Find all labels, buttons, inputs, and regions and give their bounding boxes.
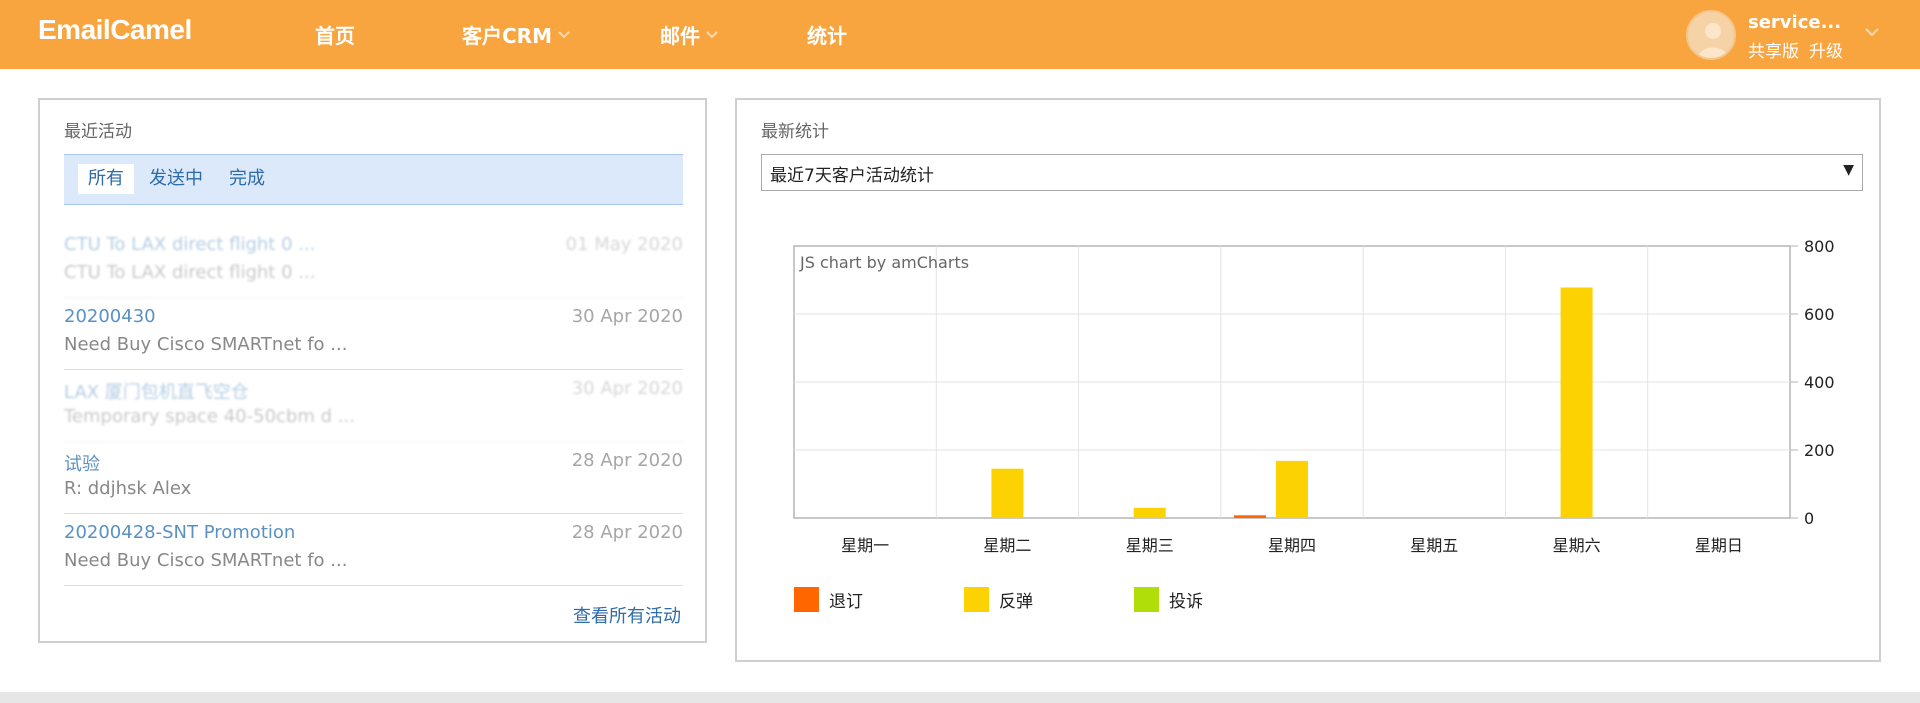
activity-subtitle: Temporary space 40-50cbm d ... [64, 406, 355, 427]
x-tick-label: 星期六 [1553, 536, 1601, 555]
x-tick-label: 星期五 [1410, 536, 1458, 555]
panel-title: 最新统计 [761, 122, 829, 142]
chart-bar [1560, 287, 1593, 518]
chevron-down-icon [706, 30, 718, 40]
activity-subtitle: Need Buy Cisco SMARTnet fo ... [64, 334, 348, 355]
chart-bar [1133, 507, 1166, 518]
y-tick-label: 200 [1804, 441, 1835, 460]
nav-mail-label: 邮件 [660, 24, 700, 48]
activity-title[interactable]: 20200428-SNT Promotion [64, 522, 295, 543]
activity-tabs: 所有 发送中 完成 [64, 154, 683, 205]
tab-all[interactable]: 所有 [78, 164, 134, 194]
y-tick-label: 600 [1804, 305, 1835, 324]
list-item[interactable]: LAX 厦门包机直飞空仓 30 Apr 2020 Temporary space… [64, 370, 683, 442]
plan-label: 共享版 [1748, 42, 1799, 62]
recent-activity-panel: 最近活动 所有 发送中 完成 CTU To LAX direct flight … [38, 98, 707, 643]
x-tick-label: 星期日 [1695, 536, 1743, 555]
activity-title[interactable]: 试验 [64, 450, 100, 476]
activity-date: 28 Apr 2020 [571, 450, 683, 471]
brand-logo[interactable]: EmailCamel [38, 14, 192, 46]
nav-home[interactable]: 首页 [315, 20, 355, 49]
list-item[interactable]: 20200430 30 Apr 2020 Need Buy Cisco SMAR… [64, 298, 683, 370]
activity-title[interactable]: CTU To LAX direct flight 0 ... [64, 234, 315, 255]
activity-date: 01 May 2020 [565, 234, 683, 255]
activity-title[interactable]: 20200430 [64, 306, 156, 327]
nav-crm[interactable]: 客户CRM [462, 20, 570, 49]
dropdown-arrow-icon: ▼ [1843, 162, 1854, 178]
chevron-down-icon [558, 30, 570, 40]
activity-subtitle: R: ddjhsk Alex [64, 478, 192, 499]
activity-date: 30 Apr 2020 [571, 378, 683, 399]
y-tick-label: 0 [1804, 509, 1814, 528]
legend-swatch [794, 587, 819, 612]
chart-watermark: JS chart by amCharts [799, 253, 969, 272]
avatar[interactable] [1686, 10, 1736, 60]
chart-bar [1276, 460, 1308, 518]
activity-date: 30 Apr 2020 [571, 306, 683, 327]
legend-label: 退订 [829, 592, 863, 612]
legend-item-complaint[interactable]: 投诉 [1134, 587, 1203, 612]
user-name[interactable]: service... [1748, 12, 1841, 33]
legend-swatch [1134, 587, 1159, 612]
footer-bar [0, 692, 1920, 703]
list-item[interactable]: 20200428-SNT Promotion 28 Apr 2020 Need … [64, 514, 683, 586]
tab-completed[interactable]: 完成 [219, 164, 275, 194]
activity-subtitle: CTU To LAX direct flight 0 ... [64, 262, 316, 283]
legend-swatch [964, 587, 989, 612]
legend-item-bounce[interactable]: 反弹 [964, 587, 1033, 612]
activity-title[interactable]: LAX 厦门包机直飞空仓 [64, 378, 249, 404]
latest-stats-panel: 0 200 400 600 800 JS chart by amCharts 星期一 星期二 星… [735, 98, 1881, 662]
nav-stats-label: 统计 [807, 24, 847, 48]
user-icon [1698, 23, 1728, 58]
nav-mail[interactable]: 邮件 [660, 20, 718, 49]
panel-title: 最近活动 [64, 122, 132, 142]
y-tick-label: 800 [1804, 237, 1835, 256]
x-tick-label: 星期三 [1126, 536, 1174, 555]
nav-crm-label: 客户CRM [462, 24, 552, 48]
legend-item-unsubscribe[interactable]: 退订 [794, 587, 863, 612]
list-item[interactable]: CTU To LAX direct flight 0 ... 01 May 20… [64, 226, 683, 298]
y-tick-label: 400 [1804, 373, 1835, 392]
legend-label: 反弹 [999, 592, 1033, 612]
stats-range-select[interactable]: 最近7天客户活动统计 ▼ [761, 154, 1863, 191]
chart-bar [1234, 515, 1266, 518]
nav-home-label: 首页 [315, 24, 355, 48]
list-item[interactable]: 试验 28 Apr 2020 R: ddjhsk Alex [64, 442, 683, 514]
chart-bar [991, 468, 1024, 518]
x-tick-label: 星期一 [841, 536, 889, 555]
tab-sending[interactable]: 发送中 [139, 164, 213, 194]
x-tick-label: 星期二 [983, 536, 1031, 555]
upgrade-link[interactable]: 升级 [1809, 37, 1843, 62]
view-all-activities-link[interactable]: 查看所有活动 [573, 602, 681, 628]
top-header: EmailCamel 首页 客户CRM 邮件 统计 service... 共享版… [0, 0, 1920, 69]
activity-date: 28 Apr 2020 [571, 522, 683, 543]
activity-subtitle: Need Buy Cisco SMARTnet fo ... [64, 550, 348, 571]
legend-label: 投诉 [1169, 592, 1203, 612]
chevron-down-icon[interactable] [1865, 22, 1879, 41]
x-tick-label: 星期四 [1268, 536, 1316, 555]
user-plan: 共享版 升级 [1748, 37, 1843, 62]
select-value: 最近7天客户活动统计 [770, 166, 934, 186]
nav-stats[interactable]: 统计 [807, 20, 847, 49]
